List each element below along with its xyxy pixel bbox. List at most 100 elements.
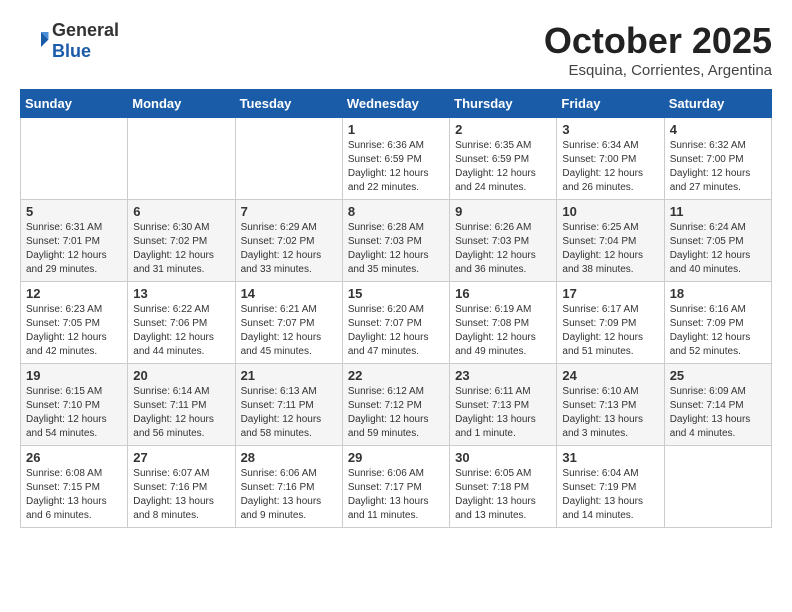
- day-number: 11: [670, 204, 766, 219]
- day-number: 16: [455, 286, 551, 301]
- calendar-week-row: 5Sunrise: 6:31 AM Sunset: 7:01 PM Daylig…: [21, 200, 772, 282]
- day-number: 14: [241, 286, 337, 301]
- logo: General Blue: [20, 20, 119, 62]
- day-info: Sunrise: 6:19 AM Sunset: 7:08 PM Dayligh…: [455, 303, 551, 359]
- day-info: Sunrise: 6:05 AM Sunset: 7:18 PM Dayligh…: [455, 467, 551, 523]
- calendar-cell: 20 Sunrise: 6:14 AM Sunset: 7:11 PM Dayli…: [128, 364, 235, 446]
- day-number: 15: [348, 286, 444, 301]
- day-info: Sunrise: 6:20 AM Sunset: 7:07 PM Dayligh…: [348, 303, 444, 359]
- day-number: 25: [670, 368, 766, 383]
- calendar-table: SundayMondayTuesdayWednesdayThursdayFrid…: [20, 89, 772, 528]
- calendar-cell: 7 Sunrise: 6:29 AM Sunset: 7:02 PM Daylig…: [235, 200, 342, 282]
- day-number: 5: [26, 204, 122, 219]
- calendar-cell: 30 Sunrise: 6:05 AM Sunset: 7:18 PM Dayli…: [450, 446, 557, 528]
- calendar-cell: [664, 446, 771, 528]
- day-info: Sunrise: 6:14 AM Sunset: 7:11 PM Dayligh…: [133, 385, 229, 441]
- day-info: Sunrise: 6:06 AM Sunset: 7:16 PM Dayligh…: [241, 467, 337, 523]
- day-number: 20: [133, 368, 229, 383]
- logo-blue-text: Blue: [52, 41, 91, 61]
- title-block: October 2025 Esquina, Corrientes, Argent…: [544, 20, 772, 79]
- day-info: Sunrise: 6:29 AM Sunset: 7:02 PM Dayligh…: [241, 221, 337, 277]
- day-info: Sunrise: 6:34 AM Sunset: 7:00 PM Dayligh…: [562, 139, 658, 195]
- day-info: Sunrise: 6:35 AM Sunset: 6:59 PM Dayligh…: [455, 139, 551, 195]
- day-number: 3: [562, 122, 658, 137]
- day-info: Sunrise: 6:22 AM Sunset: 7:06 PM Dayligh…: [133, 303, 229, 359]
- day-info: Sunrise: 6:24 AM Sunset: 7:05 PM Dayligh…: [670, 221, 766, 277]
- day-info: Sunrise: 6:10 AM Sunset: 7:13 PM Dayligh…: [562, 385, 658, 441]
- calendar-cell: 16 Sunrise: 6:19 AM Sunset: 7:08 PM Dayli…: [450, 282, 557, 364]
- calendar-cell: 26 Sunrise: 6:08 AM Sunset: 7:15 PM Dayli…: [21, 446, 128, 528]
- calendar-week-row: 26 Sunrise: 6:08 AM Sunset: 7:15 PM Dayli…: [21, 446, 772, 528]
- calendar-cell: 28 Sunrise: 6:06 AM Sunset: 7:16 PM Dayli…: [235, 446, 342, 528]
- calendar-week-row: 19Sunrise: 6:15 AM Sunset: 7:10 PM Dayli…: [21, 364, 772, 446]
- calendar-header-monday: Monday: [128, 90, 235, 118]
- day-number: 29: [348, 450, 444, 465]
- day-number: 23: [455, 368, 551, 383]
- day-number: 4: [670, 122, 766, 137]
- page-header: General Blue October 2025 Esquina, Corri…: [20, 20, 772, 79]
- calendar-cell: [235, 118, 342, 200]
- day-number: 13: [133, 286, 229, 301]
- calendar-cell: 25 Sunrise: 6:09 AM Sunset: 7:14 PM Dayli…: [664, 364, 771, 446]
- day-number: 1: [348, 122, 444, 137]
- day-number: 30: [455, 450, 551, 465]
- calendar-cell: 2 Sunrise: 6:35 AM Sunset: 6:59 PM Daylig…: [450, 118, 557, 200]
- calendar-week-row: 12 Sunrise: 6:23 AM Sunset: 7:05 PM Dayli…: [21, 282, 772, 364]
- calendar-cell: 18Sunrise: 6:16 AM Sunset: 7:09 PM Dayli…: [664, 282, 771, 364]
- calendar-cell: 22 Sunrise: 6:12 AM Sunset: 7:12 PM Dayli…: [342, 364, 449, 446]
- day-info: Sunrise: 6:06 AM Sunset: 7:17 PM Dayligh…: [348, 467, 444, 523]
- calendar-cell: 15 Sunrise: 6:20 AM Sunset: 7:07 PM Dayli…: [342, 282, 449, 364]
- day-info: Sunrise: 6:09 AM Sunset: 7:14 PM Dayligh…: [670, 385, 766, 441]
- calendar-cell: 5Sunrise: 6:31 AM Sunset: 7:01 PM Daylig…: [21, 200, 128, 282]
- day-number: 6: [133, 204, 229, 219]
- calendar-cell: [128, 118, 235, 200]
- calendar-header-sunday: Sunday: [21, 90, 128, 118]
- day-number: 18: [670, 286, 766, 301]
- day-info: Sunrise: 6:32 AM Sunset: 7:00 PM Dayligh…: [670, 139, 766, 195]
- day-info: Sunrise: 6:08 AM Sunset: 7:15 PM Dayligh…: [26, 467, 122, 523]
- calendar-cell: 23Sunrise: 6:11 AM Sunset: 7:13 PM Dayli…: [450, 364, 557, 446]
- day-info: Sunrise: 6:07 AM Sunset: 7:16 PM Dayligh…: [133, 467, 229, 523]
- day-info: Sunrise: 6:21 AM Sunset: 7:07 PM Dayligh…: [241, 303, 337, 359]
- day-number: 2: [455, 122, 551, 137]
- calendar-cell: 13 Sunrise: 6:22 AM Sunset: 7:06 PM Dayli…: [128, 282, 235, 364]
- day-info: Sunrise: 6:12 AM Sunset: 7:12 PM Dayligh…: [348, 385, 444, 441]
- logo-icon: [20, 26, 50, 56]
- calendar-cell: 3 Sunrise: 6:34 AM Sunset: 7:00 PM Daylig…: [557, 118, 664, 200]
- calendar-cell: 24 Sunrise: 6:10 AM Sunset: 7:13 PM Dayli…: [557, 364, 664, 446]
- month-title: October 2025: [544, 20, 772, 62]
- day-number: 17: [562, 286, 658, 301]
- calendar-cell: 29 Sunrise: 6:06 AM Sunset: 7:17 PM Dayli…: [342, 446, 449, 528]
- day-number: 24: [562, 368, 658, 383]
- day-info: Sunrise: 6:26 AM Sunset: 7:03 PM Dayligh…: [455, 221, 551, 277]
- day-number: 21: [241, 368, 337, 383]
- day-number: 7: [241, 204, 337, 219]
- calendar-cell: 19Sunrise: 6:15 AM Sunset: 7:10 PM Dayli…: [21, 364, 128, 446]
- calendar-header-friday: Friday: [557, 90, 664, 118]
- calendar-cell: 9Sunrise: 6:26 AM Sunset: 7:03 PM Daylig…: [450, 200, 557, 282]
- calendar-cell: 31Sunrise: 6:04 AM Sunset: 7:19 PM Dayli…: [557, 446, 664, 528]
- day-number: 28: [241, 450, 337, 465]
- day-number: 27: [133, 450, 229, 465]
- calendar-header-row: SundayMondayTuesdayWednesdayThursdayFrid…: [21, 90, 772, 118]
- day-number: 8: [348, 204, 444, 219]
- logo-general-text: General: [52, 20, 119, 40]
- day-info: Sunrise: 6:17 AM Sunset: 7:09 PM Dayligh…: [562, 303, 658, 359]
- calendar-cell: [21, 118, 128, 200]
- calendar-cell: 12 Sunrise: 6:23 AM Sunset: 7:05 PM Dayli…: [21, 282, 128, 364]
- day-info: Sunrise: 6:23 AM Sunset: 7:05 PM Dayligh…: [26, 303, 122, 359]
- calendar-cell: 17 Sunrise: 6:17 AM Sunset: 7:09 PM Dayli…: [557, 282, 664, 364]
- calendar-cell: 4 Sunrise: 6:32 AM Sunset: 7:00 PM Daylig…: [664, 118, 771, 200]
- day-info: Sunrise: 6:04 AM Sunset: 7:19 PM Dayligh…: [562, 467, 658, 523]
- day-number: 22: [348, 368, 444, 383]
- day-number: 19: [26, 368, 122, 383]
- day-number: 26: [26, 450, 122, 465]
- calendar-header-tuesday: Tuesday: [235, 90, 342, 118]
- day-number: 10: [562, 204, 658, 219]
- calendar-cell: 10 Sunrise: 6:25 AM Sunset: 7:04 PM Dayli…: [557, 200, 664, 282]
- day-info: Sunrise: 6:25 AM Sunset: 7:04 PM Dayligh…: [562, 221, 658, 277]
- calendar-cell: 27 Sunrise: 6:07 AM Sunset: 7:16 PM Dayli…: [128, 446, 235, 528]
- day-number: 12: [26, 286, 122, 301]
- day-info: Sunrise: 6:28 AM Sunset: 7:03 PM Dayligh…: [348, 221, 444, 277]
- calendar-week-row: 1Sunrise: 6:36 AM Sunset: 6:59 PM Daylig…: [21, 118, 772, 200]
